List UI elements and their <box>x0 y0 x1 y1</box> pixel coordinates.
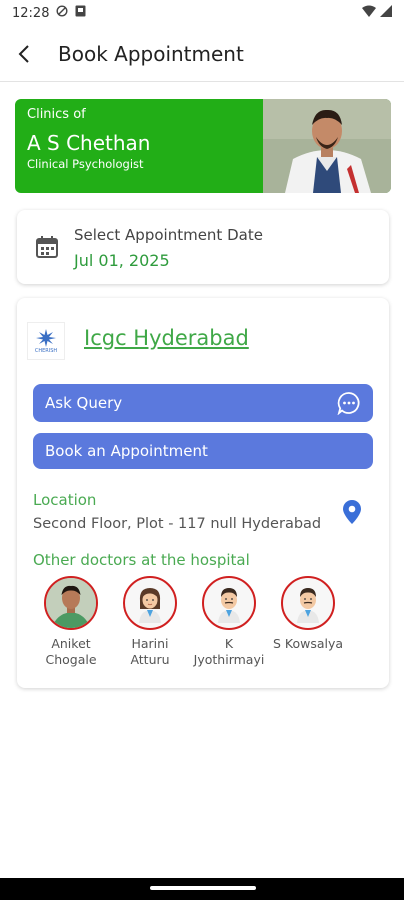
wifi-icon <box>362 5 376 21</box>
doctor-name-line2: Jyothirmayi <box>193 652 265 667</box>
doctor-specialty: Clinical Psychologist <box>27 157 144 171</box>
page-title: Book Appointment <box>58 41 244 66</box>
status-bar: 12:28 <box>0 0 404 26</box>
doctor-name-line1: S Kowsalya <box>272 636 344 651</box>
appointment-date-card[interactable]: Select Appointment Date Jul 01, 2025 <box>17 210 389 284</box>
doctor-name-line2: Chogale <box>45 652 97 667</box>
hospital-logo: CHERISH <box>27 322 65 360</box>
location-address: Second Floor, Plot - 117 null Hyderabad <box>33 516 322 532</box>
other-doctors-label: Other doctors at the hospital <box>33 551 250 569</box>
doctor-name-line1: K <box>224 636 234 651</box>
doctor-name: A S Chethan <box>27 131 151 155</box>
doctor-photo <box>263 99 391 193</box>
doctor-name-line1: Aniket <box>51 636 91 651</box>
chat-bubble-icon <box>337 391 361 419</box>
doctor-item[interactable]: Harini Atturu <box>109 576 191 668</box>
ask-query-button[interactable]: Ask Query <box>33 384 373 422</box>
ask-query-label: Ask Query <box>45 394 123 412</box>
date-label: Select Appointment Date <box>74 226 263 244</box>
dnd-icon <box>56 5 68 21</box>
map-pin-icon[interactable] <box>343 500 361 528</box>
clinic-banner: Clinics of A S Chethan Clinical Psycholo… <box>15 99 391 193</box>
doctor-item[interactable]: S Kowsalya <box>267 576 349 652</box>
back-arrow-icon <box>18 44 29 63</box>
signal-icon <box>380 5 392 21</box>
book-appointment-label: Book an Appointment <box>45 442 208 460</box>
doctor-name-line2: Atturu <box>130 652 170 667</box>
clinics-of-label: Clinics of <box>27 107 86 122</box>
male-doctor-icon <box>281 576 335 630</box>
hospital-logo-text: CHERISH <box>34 347 58 354</box>
status-time: 12:28 <box>12 5 50 21</box>
doctor-name-line1: Harini <box>131 636 169 651</box>
selected-date: Jul 01, 2025 <box>74 251 170 270</box>
notification-icon <box>75 5 86 21</box>
female-doctor-icon <box>123 576 177 630</box>
app-bar: Book Appointment <box>0 26 404 82</box>
doctor-item[interactable]: K Jyothirmayi <box>188 576 270 668</box>
other-doctors-list: Aniket Chogale Harini Atturu K Jyothirma… <box>17 576 389 676</box>
hospital-name-link[interactable]: Icgc Hyderabad <box>84 326 249 350</box>
male-doctor-icon <box>202 576 256 630</box>
location-label: Location <box>33 491 97 509</box>
home-gesture-handle[interactable] <box>150 886 256 890</box>
book-appointment-button[interactable]: Book an Appointment <box>33 433 373 469</box>
back-button[interactable] <box>2 32 46 76</box>
hospital-card: CHERISH Icgc Hyderabad Ask Query Book an… <box>17 298 389 688</box>
system-navigation-bar <box>0 878 404 900</box>
doctor-item[interactable]: Aniket Chogale <box>30 576 112 668</box>
doctor-avatar-photo <box>44 576 98 630</box>
calendar-icon <box>35 235 59 263</box>
